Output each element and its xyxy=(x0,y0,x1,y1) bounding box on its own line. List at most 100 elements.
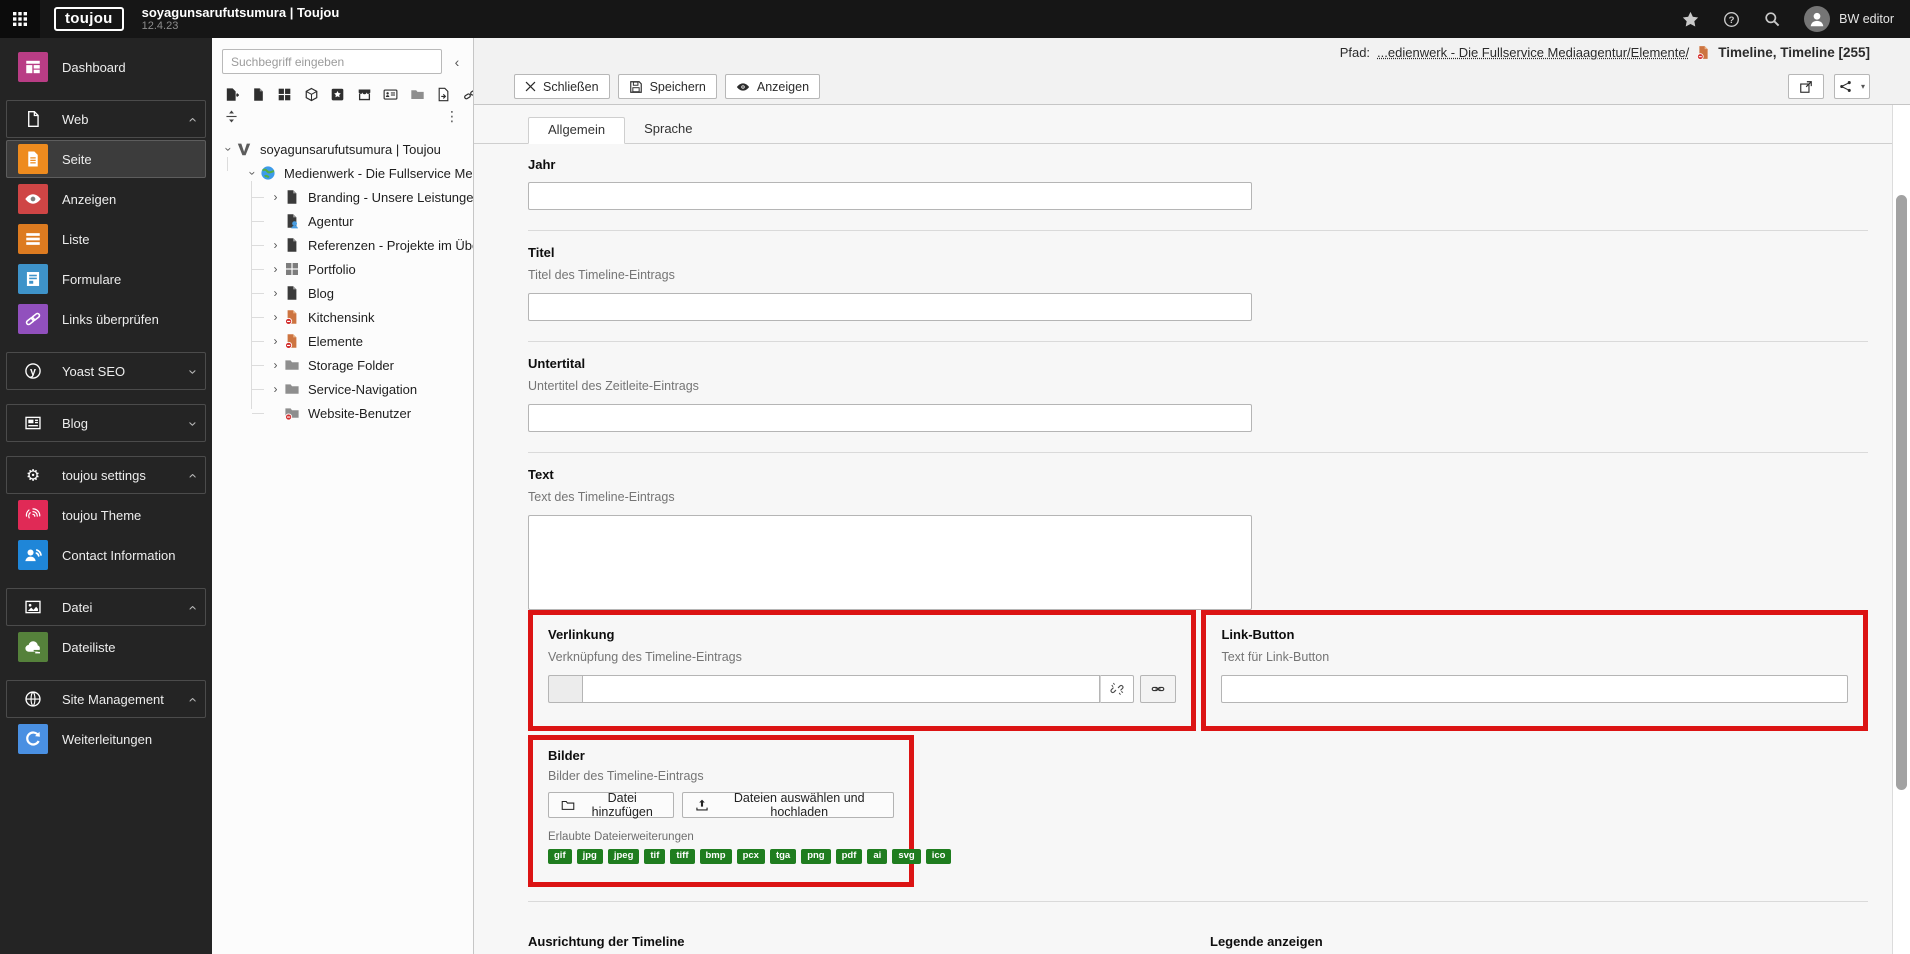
sidebar-item-seite[interactable]: Seite xyxy=(6,140,206,178)
path-link[interactable]: ...edienwerk - Die Fullservice Mediaagen… xyxy=(1377,45,1689,60)
tree-node-soyagunsarufutsumura-toujou[interactable]: ›soyagunsarufutsumura | Toujou xyxy=(212,137,473,161)
chevron-expanded-icon[interactable]: › xyxy=(221,147,235,151)
new-page-new-icon[interactable] xyxy=(251,87,266,102)
new-page-mountpoint-icon[interactable] xyxy=(224,87,239,102)
sidebar-item-dateiliste[interactable]: Dateiliste xyxy=(6,628,206,666)
new-grid-icon[interactable] xyxy=(277,87,292,102)
tree-node-website-benutzer[interactable]: Website-Benutzer xyxy=(212,401,473,425)
tree-node-service-navigation[interactable]: ›Service-Navigation xyxy=(212,377,473,401)
tree-node-label: Referenzen - Projekte im Überblic xyxy=(308,238,473,253)
text-textarea[interactable] xyxy=(528,515,1252,610)
save-button[interactable]: Speichern xyxy=(618,74,717,99)
new-link-icon[interactable] xyxy=(463,87,475,102)
scrollbar-thumb[interactable] xyxy=(1896,195,1907,790)
add-file-button[interactable]: Datei hinzufügen xyxy=(548,792,674,818)
chevron-expanded-icon[interactable]: › xyxy=(245,171,259,175)
linkbutton-input[interactable] xyxy=(1221,675,1848,703)
new-folder-icon[interactable] xyxy=(410,87,425,102)
collapse-tree-icon[interactable]: ‹ xyxy=(449,54,465,70)
untertitel-input[interactable] xyxy=(528,404,1252,432)
sidebar-item-formulare[interactable]: Formulare xyxy=(6,260,206,298)
sidebar-item-datei[interactable]: Datei› xyxy=(6,588,206,626)
news-icon xyxy=(18,408,48,438)
sidebar-item-label: Datei xyxy=(62,600,92,615)
titel-input[interactable] xyxy=(528,293,1252,321)
sidebar-item-dashboard[interactable]: Dashboard xyxy=(6,48,206,86)
sidebar-item-label: Liste xyxy=(62,232,89,247)
file-extension-badge: ai xyxy=(867,849,887,864)
save-icon xyxy=(629,80,643,94)
typo3-icon xyxy=(235,141,253,157)
chevron-collapsed-icon[interactable]: › xyxy=(268,358,283,372)
tree-more-icon[interactable]: ⋮ xyxy=(445,108,459,125)
sidebar-item-site-management[interactable]: Site Management› xyxy=(6,680,206,718)
share-caret-icon: ▾ xyxy=(1861,82,1865,91)
tree-node-blog[interactable]: ›Blog xyxy=(212,281,473,305)
help-icon[interactable]: ? xyxy=(1723,11,1740,28)
tree-node-referenzen-projekte-im-berblic[interactable]: › Referenzen - Projekte im Überblic xyxy=(212,233,473,257)
verlinkung-input[interactable] xyxy=(582,675,1100,703)
tree-connector xyxy=(252,269,264,270)
share-button[interactable]: ▾ xyxy=(1834,74,1870,99)
tree-node-agentur[interactable]: Agentur xyxy=(212,209,473,233)
search-icon[interactable] xyxy=(1764,11,1780,27)
new-shop-icon[interactable] xyxy=(357,87,372,102)
chevron-collapsed-icon[interactable]: › xyxy=(268,238,283,252)
tree-node-medienwerk-die-fullservice-mediaag[interactable]: ›Medienwerk - Die Fullservice Mediaag xyxy=(212,161,473,185)
sidebar-item-toujou-theme[interactable]: toujou Theme xyxy=(6,496,206,534)
link-browser-button[interactable] xyxy=(1140,675,1176,703)
chevron-collapsed-icon[interactable]: › xyxy=(268,286,283,300)
tree-connector xyxy=(252,293,264,294)
tree-node-branding-unsere-leistungen[interactable]: ›Branding - Unsere Leistungen xyxy=(212,185,473,209)
unlink-icon[interactable] xyxy=(1100,675,1134,703)
tab-allgemein[interactable]: Allgemein xyxy=(528,117,625,144)
field-jahr: Jahr xyxy=(528,144,1868,231)
app-grid-button[interactable] xyxy=(0,0,40,38)
sidebar-item-web[interactable]: Web› xyxy=(6,100,206,138)
tree-node-kitchensink[interactable]: ›Kitchensink xyxy=(212,305,473,329)
file-extension-badge: jpeg xyxy=(608,849,640,864)
user-menu[interactable]: BW editor xyxy=(1804,6,1894,32)
tree-node-portfolio[interactable]: ›Portfolio xyxy=(212,257,473,281)
sidebar-item-toujou-settings[interactable]: ⚙toujou settings› xyxy=(6,456,206,494)
open-in-new-window-button[interactable] xyxy=(1788,74,1824,99)
sidebar-item-weiterleitungen[interactable]: Weiterleitungen xyxy=(6,720,206,758)
sidebar-item-label: Links überprüfen xyxy=(62,312,159,327)
tree-node-storage-folder[interactable]: ›Storage Folder xyxy=(212,353,473,377)
new-address-card-icon[interactable] xyxy=(383,87,398,102)
annotation-box-link-button: Link-Button Text für Link-Button xyxy=(1201,610,1868,731)
close-icon xyxy=(525,81,536,92)
chevron-collapsed-icon[interactable]: › xyxy=(268,310,283,324)
bookmark-star-icon[interactable] xyxy=(1682,11,1699,28)
tree-node-elemente[interactable]: ›Elemente xyxy=(212,329,473,353)
view-button[interactable]: Anzeigen xyxy=(725,74,820,99)
tree-filter-toggle-icon[interactable] xyxy=(224,109,239,124)
jahr-input[interactable] xyxy=(528,182,1252,210)
tree-connector xyxy=(252,413,264,414)
vertical-scrollbar[interactable] xyxy=(1892,38,1910,954)
sidebar-item-blog[interactable]: Blog› xyxy=(6,404,206,442)
sidebar-item-anzeigen[interactable]: Anzeigen xyxy=(6,180,206,218)
new-page-shortcut-icon[interactable] xyxy=(436,87,451,102)
sidebar-item-yoast-seo[interactable]: yYoast SEO› xyxy=(6,352,206,390)
chevron-collapsed-icon[interactable]: › xyxy=(268,382,283,396)
upload-files-button[interactable]: Dateien auswählen und hochladen xyxy=(682,792,894,818)
chevron-collapsed-icon[interactable]: › xyxy=(268,190,283,204)
chevron-collapsed-icon[interactable]: › xyxy=(268,262,283,276)
file-extension-badge: tif xyxy=(644,849,665,864)
chevron-down-icon: › xyxy=(184,369,201,374)
text-desc: Text des Timeline-Eintrags xyxy=(528,490,1868,505)
new-special-star-icon[interactable] xyxy=(330,87,345,102)
tab-sprache[interactable]: Sprache xyxy=(625,117,711,143)
ausrichtung-label: Ausrichtung der Timeline xyxy=(528,934,1210,949)
divider xyxy=(528,901,1868,902)
doc-header: Pfad: ...edienwerk - Die Fullservice Med… xyxy=(474,38,1910,105)
sidebar-item-liste[interactable]: Liste xyxy=(6,220,206,258)
content-module: Pfad: ...edienwerk - Die Fullservice Med… xyxy=(474,38,1910,954)
chevron-collapsed-icon[interactable]: › xyxy=(268,334,283,348)
tree-search-input[interactable] xyxy=(222,49,442,74)
sidebar-item-links-berpr-fen[interactable]: Links überprüfen xyxy=(6,300,206,338)
new-plugin-cube-icon[interactable] xyxy=(304,87,319,102)
close-button[interactable]: Schließen xyxy=(514,74,610,99)
sidebar-item-contact-information[interactable]: Contact Information xyxy=(6,536,206,574)
